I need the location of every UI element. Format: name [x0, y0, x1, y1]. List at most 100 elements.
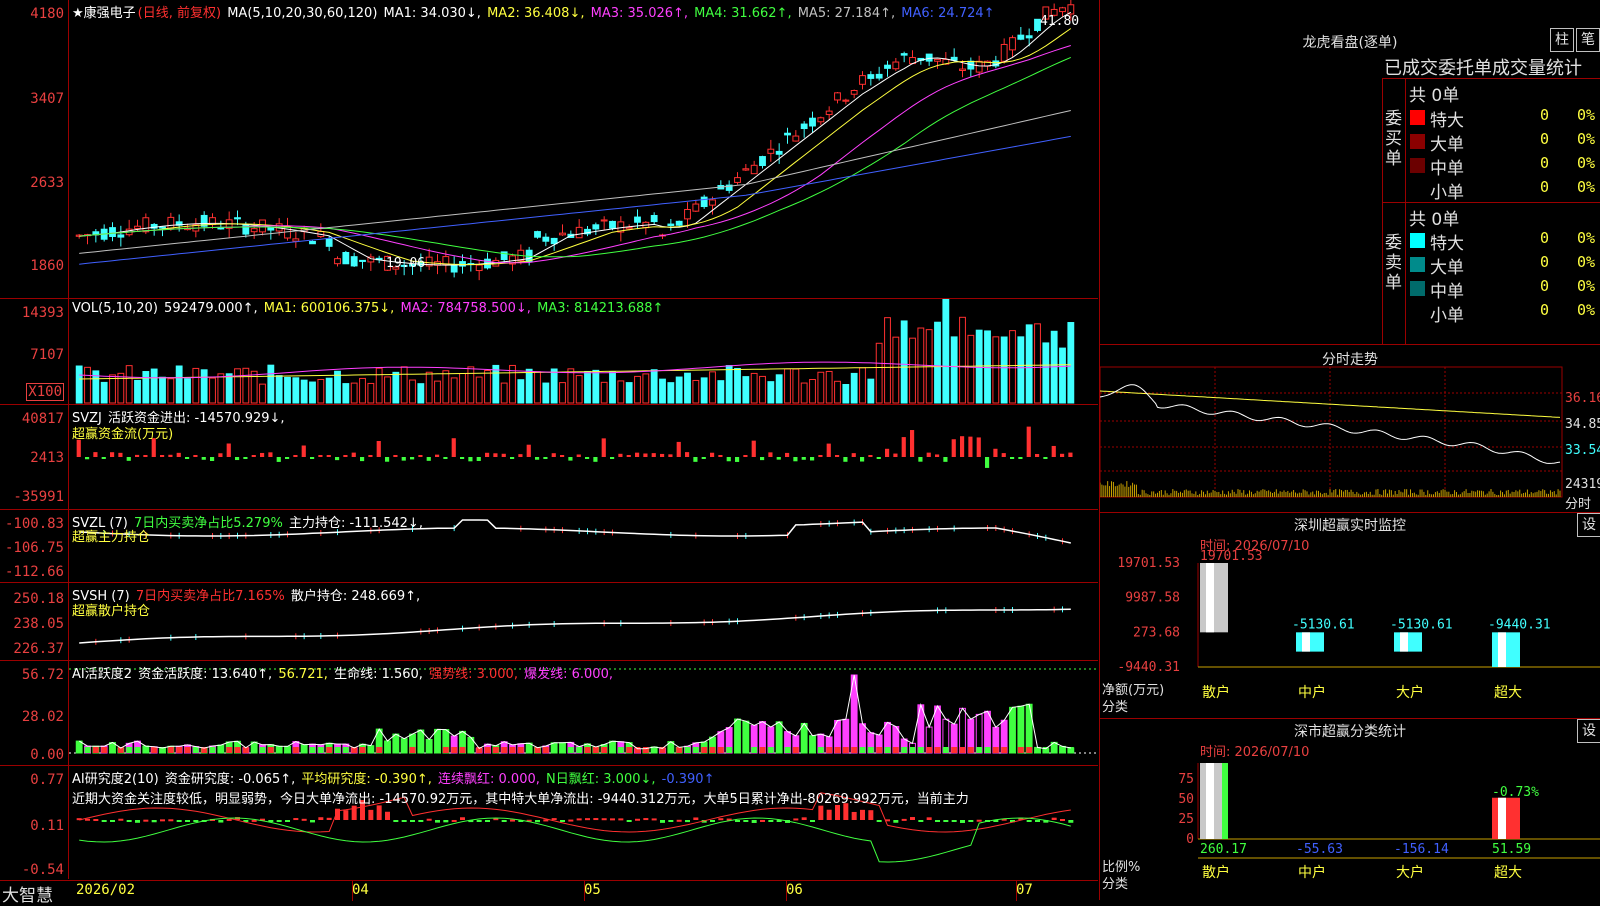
chart-mode[interactable]: (日线, 前复权) [138, 6, 221, 21]
flow-bar [210, 457, 215, 461]
lhb-row-label: 中单 [1430, 282, 1464, 302]
volume-bar [384, 376, 391, 404]
volume-bar [1034, 323, 1041, 404]
sz-stat-cat: 大户 [1396, 864, 1424, 881]
volume-y-axis: 14393 7107 X100 [0, 299, 69, 404]
candle [359, 259, 366, 262]
vol-ma1: MA1: 600106.375↓, [263, 301, 395, 316]
activity-bar [934, 705, 941, 754]
ai-research-panel[interactable]: 0.77 0.11 -0.54 AI研究度2(10) 资金研究度: -0.065… [0, 766, 1098, 879]
svzj-panel[interactable]: 40817 2413 -35991 SVZJ 活跃资金进出: -14570.92… [0, 405, 1098, 510]
volume-bar [425, 371, 433, 404]
flow-bar [226, 443, 231, 457]
sz-stat-panel[interactable]: 深市超赢分类统计 设 时间: 2026/07/10 75 50 25 0 260.17 散… [1099, 719, 1600, 900]
bar-mode-button[interactable]: 柱 [1550, 28, 1574, 52]
research-bar [501, 820, 507, 822]
flow-bar [835, 455, 840, 457]
sz-monitor-panel[interactable]: 深圳超赢实时监控 设 时间: 2026/07/10 19701.53 9987.5… [1099, 513, 1600, 719]
candle [575, 226, 583, 239]
kline-panel[interactable]: 4180 3407 2633 1860 ★康强电子 (日线, 前复权) MA(5,… [0, 0, 1098, 299]
intraday-price-low: 33.54 [1565, 443, 1600, 458]
sz-monitor-chart[interactable]: 19701.53 9987.58 273.68 -9440.31 19701.53 散户 -… [1100, 513, 1600, 718]
activity-base [892, 747, 899, 753]
volume-bar [334, 370, 341, 404]
ai-activity-panel[interactable]: 56.72 28.02 0.00 AI活跃度2 资金活跃度: 13.640↑, … [0, 661, 1098, 766]
activity-base [576, 747, 583, 753]
brand-logo[interactable]: 大智慧 [2, 881, 53, 906]
flow-bar [168, 454, 173, 457]
volume-panel[interactable]: 14393 7107 X100 VOL(5,10,20) 592479.000↑… [0, 299, 1098, 405]
activity-base [234, 747, 241, 753]
activity-base [901, 747, 908, 753]
flow-bar [85, 457, 90, 460]
ai1-life: 生命线: 1.560, [334, 667, 423, 682]
candle [709, 199, 716, 206]
tick-mode-button[interactable]: 笔 [1576, 28, 1600, 52]
intraday-chart[interactable] [1100, 345, 1600, 512]
flow-bar [1051, 445, 1056, 457]
x-tick [352, 881, 353, 901]
flow-bar [310, 457, 315, 459]
candle [1000, 43, 1008, 62]
activity-bar [984, 710, 991, 754]
lhb-row: 小单 0 0% [1100, 301, 1600, 326]
flow-bar [610, 457, 615, 459]
intraday-panel[interactable]: 分时走势 36.16 34.85 33.54 24319 分时 [1099, 345, 1600, 513]
flow-bar [285, 457, 290, 459]
ai1-y-axis: 56.72 28.02 0.00 [0, 661, 69, 765]
y-label: 250.18 [13, 591, 64, 607]
volume-bar [1009, 330, 1016, 404]
ma4-value: MA4: 31.662↑, [694, 6, 792, 21]
flow-bar [960, 436, 965, 457]
volume-bar [109, 374, 116, 404]
y-label: 2413 [30, 450, 64, 466]
sz-monitor-cat: 大户 [1396, 684, 1424, 701]
volume-bar [484, 369, 491, 404]
kline-chart[interactable] [69, 0, 1098, 298]
candle [1017, 34, 1025, 40]
volume-bar [1017, 336, 1025, 404]
research-bar [768, 820, 774, 822]
research-bar [326, 817, 332, 820]
lhb-color-swatch [1410, 305, 1425, 320]
volume-bar [475, 376, 483, 404]
ai1-header: AI活跃度2 资金活跃度: 13.640↑, 56.721, 生命线: 1.56… [72, 663, 615, 682]
candle [592, 224, 600, 230]
activity-base [1051, 747, 1058, 753]
candle [792, 135, 800, 142]
y-label: 4180 [30, 6, 64, 22]
flow-bar [176, 452, 181, 457]
lhb-panel[interactable]: 龙虎看盘(逐单) 柱 笔 已成交委托单成交量统计 委买单 委卖单 共 0单 共 … [1099, 0, 1600, 345]
sz-monitor-bar-label: 19701.53 [1200, 549, 1263, 564]
sz-monitor-ytick: 9987.58 [1125, 591, 1180, 606]
low-mark: 19.06 [386, 256, 426, 271]
activity-base [884, 747, 891, 753]
research-bar [226, 818, 232, 821]
research-bar [426, 818, 432, 821]
sz-stat-chart[interactable]: 75 50 25 0 260.17 散户 -55.63 中户 -156.14 大户 51.59 超大 -… [1100, 719, 1600, 900]
activity-bar [1025, 703, 1033, 754]
candle [934, 58, 941, 62]
flow-bar [651, 453, 656, 457]
ai1-value: 56.721, [278, 667, 328, 682]
flow-bar [868, 455, 873, 457]
candle [875, 73, 883, 79]
activity-base [776, 747, 783, 753]
svzl-panel[interactable]: -100.83 -106.75 -112.66 SVZL (7) 7日内买卖净占… [0, 510, 1098, 583]
kline-plot[interactable] [69, 0, 1098, 298]
activity-base [567, 747, 574, 753]
research-bar [643, 818, 649, 821]
activity-base [467, 747, 474, 753]
activity-base [951, 747, 958, 753]
stock-name[interactable]: ★康强电子 [72, 6, 136, 21]
volume-bar [417, 383, 425, 404]
x-tick [786, 881, 787, 901]
flow-bar [351, 452, 356, 457]
research-bar [1035, 820, 1040, 822]
volume-bar [275, 375, 283, 404]
volume-bar [117, 372, 125, 404]
activity-base [592, 747, 599, 753]
flow-bar [1043, 457, 1048, 459]
flow-bar [876, 457, 881, 459]
svsh-panel[interactable]: 250.18 238.05 226.37 SVSH (7) 7日内买卖净占比7.… [0, 583, 1098, 661]
